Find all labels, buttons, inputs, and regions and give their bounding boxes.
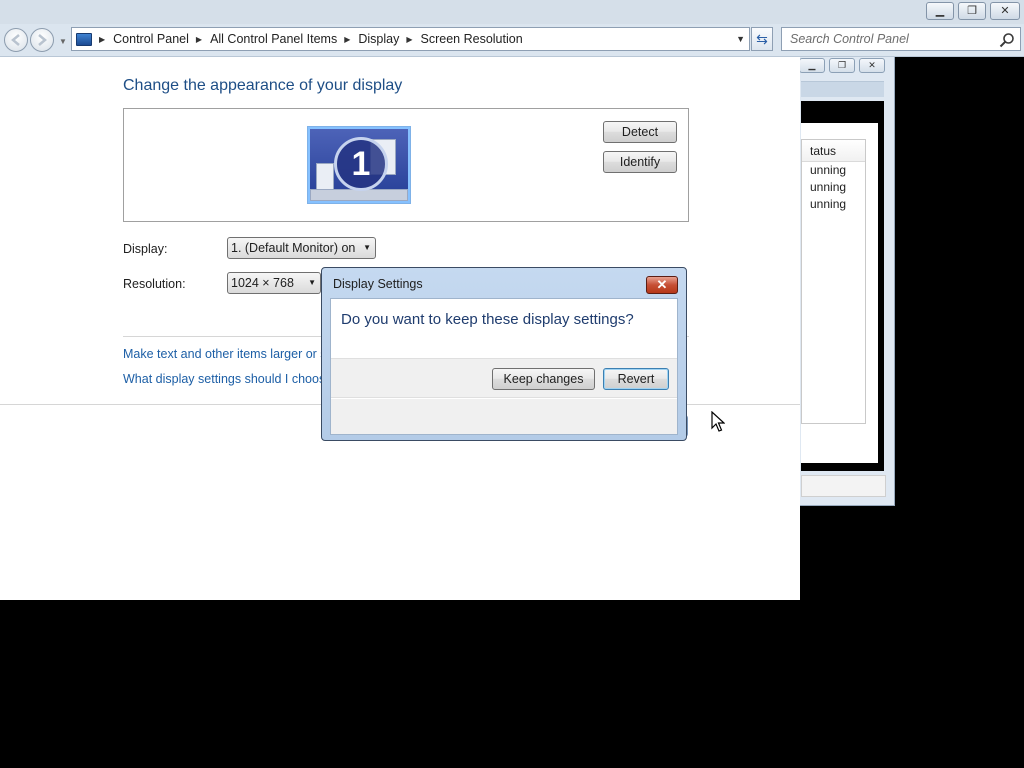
refresh-icon: ⇆ <box>756 31 768 47</box>
address-dropdown-icon[interactable]: ▼ <box>736 34 745 44</box>
title-bar: ▁ ❐ ✕ <box>0 0 1024 24</box>
dialog-footer <box>331 399 677 434</box>
monitor-arrangement-box: 1 Detect Identify <box>123 108 689 222</box>
address-bar[interactable]: ▶ Control Panel ▶ All Control Panel Item… <box>71 27 750 51</box>
minimize-button[interactable]: ▁ <box>926 2 954 20</box>
chevron-down-icon: ▼ <box>308 278 316 287</box>
detect-button[interactable]: Detect <box>603 121 677 143</box>
dialog-button-bar: Keep changes Revert <box>331 358 677 398</box>
breadcrumb-all-items[interactable]: All Control Panel Items <box>210 32 337 46</box>
identify-button[interactable]: Identify <box>603 151 677 173</box>
chevron-down-icon: ▼ <box>363 243 371 252</box>
chevron-right-icon[interactable]: ▶ <box>99 35 105 44</box>
back-button[interactable] <box>4 28 28 52</box>
chevron-right-icon[interactable]: ▶ <box>344 35 350 44</box>
search-icon[interactable] <box>999 32 1015 48</box>
text-size-link[interactable]: Make text and other items larger or sm <box>123 347 337 361</box>
refresh-button[interactable]: ⇆ <box>751 27 773 51</box>
resolution-select-value: 1024 × 768 <box>231 276 294 290</box>
recent-pages-dropdown[interactable]: ▼ <box>59 37 67 46</box>
display-select[interactable]: 1. (Default Monitor) on ▼ <box>227 237 376 259</box>
navigation-bar: ▼ ▶ Control Panel ▶ All Control Panel It… <box>0 24 1024 57</box>
back-arrow-icon <box>11 34 20 46</box>
close-button[interactable]: ✕ <box>990 2 1020 20</box>
monitor-1-tile[interactable]: 1 <box>308 127 410 203</box>
dialog-question: Do you want to keep these display settin… <box>341 311 634 328</box>
display-settings-help-link[interactable]: What display settings should I choose <box>123 372 332 386</box>
breadcrumb-display[interactable]: Display <box>358 32 399 46</box>
chevron-right-icon[interactable]: ▶ <box>196 35 202 44</box>
revert-button[interactable]: Revert <box>603 368 669 390</box>
page-title: Change the appearance of your display <box>123 77 403 94</box>
search-input[interactable] <box>782 28 992 50</box>
keep-changes-button[interactable]: Keep changes <box>492 368 595 390</box>
dialog-close-button[interactable]: ✕ <box>646 276 678 294</box>
breadcrumb-screen-resolution[interactable]: Screen Resolution <box>421 32 523 46</box>
display-select-value: 1. (Default Monitor) on <box>231 241 356 255</box>
display-settings-dialog: Display Settings ✕ Do you want to keep t… <box>321 267 687 441</box>
maximize-button[interactable]: ❐ <box>958 2 986 20</box>
close-icon: ✕ <box>656 277 668 292</box>
monitor-number: 1 <box>334 137 388 191</box>
dialog-title: Display Settings <box>333 277 423 291</box>
mouse-cursor-icon <box>711 411 725 432</box>
dialog-body: Do you want to keep these display settin… <box>330 298 678 435</box>
breadcrumb-control-panel[interactable]: Control Panel <box>113 32 189 46</box>
resolution-select[interactable]: 1024 × 768 ▼ <box>227 272 321 294</box>
display-label: Display: <box>123 242 168 256</box>
resolution-label: Resolution: <box>123 277 186 291</box>
chevron-right-icon[interactable]: ▶ <box>406 35 412 44</box>
forward-arrow-icon <box>38 34 47 46</box>
forward-button[interactable] <box>30 28 54 52</box>
search-box[interactable] <box>781 27 1021 51</box>
control-panel-icon <box>76 32 92 46</box>
